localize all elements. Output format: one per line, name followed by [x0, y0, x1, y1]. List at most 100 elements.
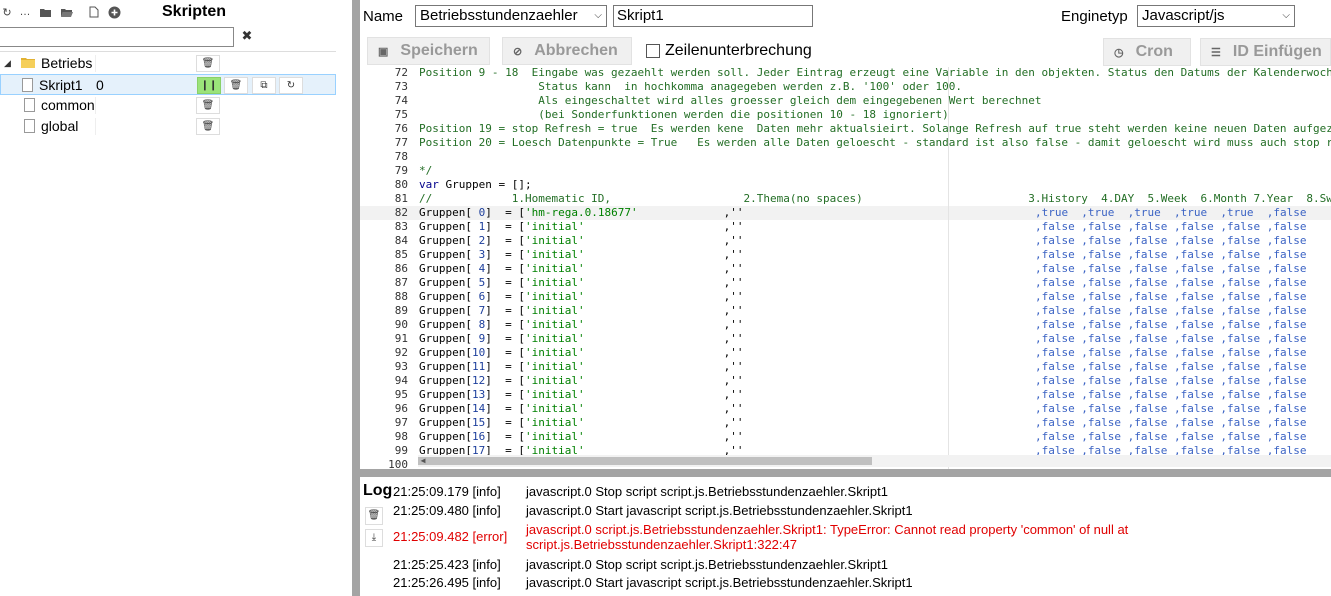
delete-button[interactable]: 🗑 — [224, 77, 248, 94]
tree-item-label: common — [41, 97, 95, 113]
line-number: 93 — [394, 360, 408, 373]
folder-open-icon[interactable] — [59, 5, 73, 19]
code-token: ] = [ — [485, 206, 525, 219]
line-number: 85 — [394, 248, 408, 261]
cron-button[interactable]: ◷ Cron — [1103, 38, 1191, 66]
engine-select[interactable]: Javascript/js ⌵ — [1137, 5, 1295, 27]
add-icon[interactable] — [107, 5, 121, 19]
scroll-left-icon[interactable]: ◀ — [418, 455, 428, 467]
code-token: Gruppen[ — [419, 402, 472, 415]
code-line: Gruppen[ 7] = ['initial' ,'' ,false ,fal… — [419, 304, 1306, 317]
line-number: 100 — [388, 458, 408, 469]
line-number: 84 — [394, 234, 408, 247]
code-index: 8 — [471, 318, 486, 331]
scrollbar-thumb[interactable] — [418, 457, 872, 465]
log-splitter[interactable] — [360, 469, 1331, 477]
expand-arrow-icon[interactable]: ◢ — [4, 58, 11, 69]
code-token: Gruppen[ — [419, 374, 472, 387]
tree-search-input[interactable] — [0, 27, 234, 47]
code-string: 'initial' — [524, 276, 585, 289]
code-index: 9 — [471, 332, 486, 345]
line-number: 99 — [394, 444, 408, 457]
code-line: Gruppen[ 6] = ['initial' ,'' ,false ,fal… — [419, 290, 1306, 303]
tree-item-script[interactable]: Skript1 0 ❙❙ 🗑 ⧉ ↻ — [0, 74, 336, 95]
restart-button[interactable]: ↻ — [279, 77, 303, 94]
tree-item-script[interactable]: common 🗑 — [0, 95, 336, 116]
code-flags: ,false ,false ,false ,false ,false ,fals… — [1034, 388, 1307, 401]
tree-item-folder[interactable]: ◢ Betriebs 🗑 — [0, 53, 336, 74]
pause-button[interactable]: ❙❙ — [197, 77, 221, 94]
code-token: ,'' — [584, 402, 744, 415]
delete-button[interactable]: 🗑 — [196, 97, 220, 114]
insert-id-button-label: ID Einfügen — [1232, 43, 1322, 60]
dots-icon[interactable]: … — [18, 5, 32, 19]
clear-search-icon[interactable]: ✖ — [240, 28, 254, 44]
code-line: Gruppen[ 8] = ['initial' ,'' ,false ,fal… — [419, 318, 1306, 331]
divider — [95, 118, 96, 135]
log-message: javascript.0 Start javascript script.js.… — [526, 503, 913, 518]
file-icon — [24, 119, 35, 133]
line-number: 91 — [394, 332, 408, 345]
save-button[interactable]: ▣ Speichern — [367, 37, 490, 65]
wrap-label: Zeilenunterbrechung — [665, 42, 812, 59]
engine-select-value: Javascript/js — [1142, 7, 1225, 24]
folder-select[interactable]: Betriebsstundenzaehler ⌵ — [415, 5, 607, 27]
cancel-button[interactable]: ⊘ Abbrechen — [502, 37, 632, 65]
code-token: ] = [ — [485, 318, 525, 331]
code-line: Gruppen[16] = ['initial' ,'' ,false ,fal… — [419, 430, 1306, 443]
pane-splitter[interactable] — [352, 0, 360, 596]
code-index: 4 — [471, 262, 486, 275]
code-token: ,'' — [584, 416, 744, 429]
folder-add-icon[interactable] — [38, 5, 52, 19]
refresh-icon[interactable]: ↻ — [0, 5, 14, 19]
log-time: 21:25:25.423 [info] — [393, 557, 501, 572]
code-token: Gruppen[ — [419, 346, 472, 359]
code-index: 3 — [471, 248, 486, 261]
code-token: ,'' — [584, 430, 744, 443]
code-index: 16 — [471, 430, 486, 443]
copy-button[interactable]: ⧉ — [252, 77, 276, 94]
download-log-button[interactable]: ⤓ — [365, 529, 383, 547]
code-token: ,'' — [584, 290, 744, 303]
code-token: ] = [ — [485, 374, 525, 387]
code-token: Gruppen[ — [419, 290, 472, 303]
line-number: 77 — [394, 136, 408, 149]
code-flags: ,false ,false ,false ,false ,false ,fals… — [1034, 332, 1307, 345]
code-token: ] = [ — [485, 360, 525, 373]
tree-item-script[interactable]: global 🗑 — [0, 116, 336, 137]
code-flags: ,false ,false ,false ,false ,false ,fals… — [1034, 276, 1307, 289]
code-token: ] = [ — [485, 402, 525, 415]
code-editor[interactable]: 72 Position 9 - 18 Eingabe was gezaehlt w… — [360, 67, 1331, 469]
line-number: 89 — [394, 304, 408, 317]
code-flags: ,false ,false ,false ,false ,false ,fals… — [1034, 220, 1307, 233]
code-text: Position 9 - 18 Eingabe was gezaehlt wer… — [419, 67, 1331, 79]
code-string: 'initial' — [524, 388, 585, 401]
line-number: 73 — [394, 80, 408, 93]
code-line: (bei Sonderfunktionen werden die positio… — [419, 108, 949, 121]
code-token: ,'' — [584, 220, 744, 233]
script-name-input[interactable]: Skript1 — [613, 5, 813, 27]
code-text: // 1.Homematic ID, 2.Thema(no spaces) 3.… — [419, 192, 1331, 205]
new-file-icon[interactable] — [87, 5, 101, 19]
code-token: ] = [ — [485, 430, 525, 443]
insert-id-button[interactable]: ☰ ID Einfügen — [1200, 38, 1331, 66]
delete-button[interactable]: 🗑 — [196, 118, 220, 135]
line-number: 75 — [394, 108, 408, 121]
code-line: Gruppen[13] = ['initial' ,'' ,false ,fal… — [419, 388, 1306, 401]
horizontal-scrollbar[interactable] — [418, 455, 1331, 467]
clear-log-button[interactable]: 🗑 — [365, 507, 383, 525]
code-token: Gruppen[ — [419, 248, 472, 261]
code-index: 1 — [471, 220, 486, 233]
line-number: 72 — [394, 67, 408, 79]
log-panel: Log 🗑 ⤓ 21:25:09.179 [info] javascript.0… — [360, 477, 1331, 596]
delete-button[interactable]: 🗑 — [196, 55, 220, 72]
wrap-checkbox[interactable] — [646, 44, 660, 58]
code-string: 'initial' — [524, 262, 585, 275]
